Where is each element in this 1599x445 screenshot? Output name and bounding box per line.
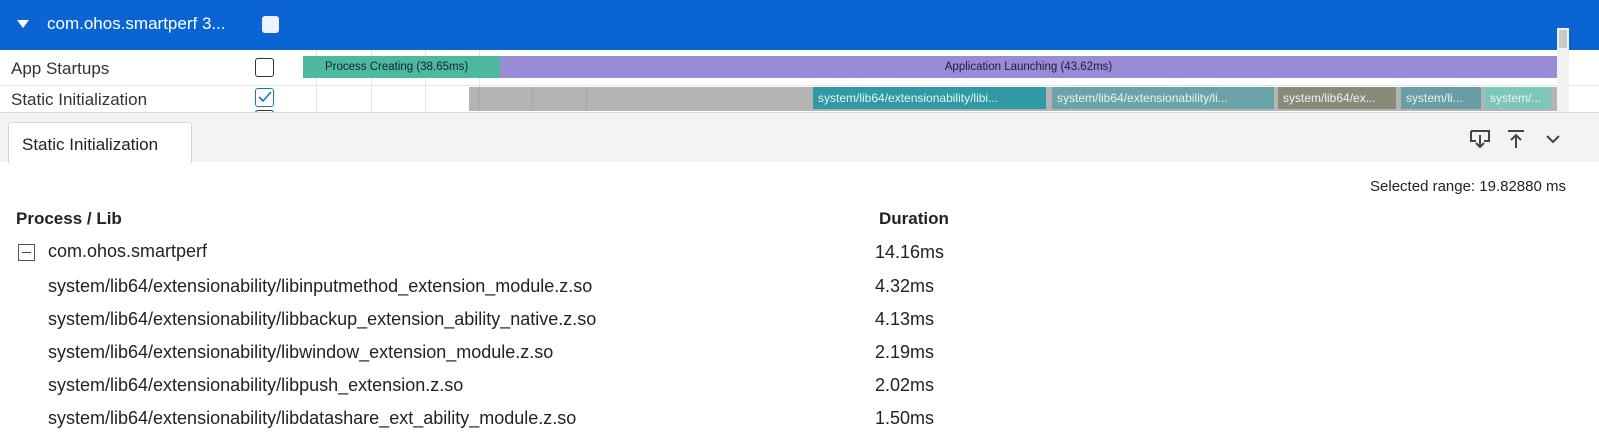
row-duration: 1.50ms <box>875 408 935 428</box>
table-row[interactable]: system/lib64/extensionability/libbackup_… <box>48 309 596 330</box>
column-header-process-lib[interactable]: Process / Lib <box>16 209 122 229</box>
bar-label: Application Launching (43.62ms) <box>944 61 1113 73</box>
lib-segment[interactable]: system/li... <box>1401 87 1481 109</box>
row-duration: 2.02ms <box>875 375 935 395</box>
process-header[interactable] <box>0 0 1599 50</box>
scrollbar-thumb[interactable] <box>1559 30 1567 48</box>
column-header-duration[interactable]: Duration <box>879 209 949 229</box>
process-creating-bar[interactable]: Process Creating (38.65ms) <box>303 56 500 78</box>
pin-top-icon[interactable] <box>1504 127 1528 151</box>
collapse-triangle-icon[interactable] <box>17 20 29 28</box>
application-launching-bar[interactable]: Application Launching (43.62ms) <box>500 56 1557 78</box>
selected-range: Selected range: 19.82880 ms <box>1370 178 1566 195</box>
row-duration: 4.13ms <box>875 309 935 329</box>
app-startups-checkbox[interactable] <box>255 58 274 77</box>
table-row[interactable]: system/lib64/extensionability/libpush_ex… <box>48 375 463 396</box>
checkmark-icon <box>258 91 272 103</box>
lib-segment[interactable]: system/lib64/extensionability/li... <box>1052 87 1274 109</box>
collapse-icon[interactable] <box>18 244 35 261</box>
table-row[interactable]: system/lib64/extensionability/libdatasha… <box>48 408 576 429</box>
details-tab-bar <box>0 112 1599 162</box>
lib-segment[interactable]: system/lib64/extensionability/libi... <box>813 87 1046 109</box>
lib-segment[interactable]: system/lib64/ex... <box>1278 87 1396 109</box>
row-duration: 2.19ms <box>875 342 935 362</box>
tree-root-duration: 14.16ms <box>875 242 945 262</box>
tab-label: Static Initialization <box>22 135 159 154</box>
header-checkbox[interactable] <box>262 16 279 33</box>
process-title: com.ohos.smartperf 3... <box>47 14 226 33</box>
table-row[interactable]: system/lib64/extensionability/libinputme… <box>48 276 592 297</box>
lib-segment[interactable]: system/... <box>1485 87 1551 109</box>
bar-label: Process Creating (38.65ms) <box>325 61 469 73</box>
tree-root-name[interactable]: com.ohos.smartperf <box>48 241 207 262</box>
download-icon[interactable] <box>1468 127 1492 151</box>
table-row[interactable]: system/lib64/extensionability/libwindow_… <box>48 342 553 363</box>
row-duration: 4.32ms <box>875 276 935 296</box>
row-label-static-initialization: Static Initialization <box>11 90 148 109</box>
static-initialization-checkbox[interactable] <box>255 88 274 107</box>
row-divider <box>0 85 1599 86</box>
chevron-down-icon[interactable] <box>1541 127 1565 151</box>
row-label-app-startups: App Startups <box>11 59 110 78</box>
